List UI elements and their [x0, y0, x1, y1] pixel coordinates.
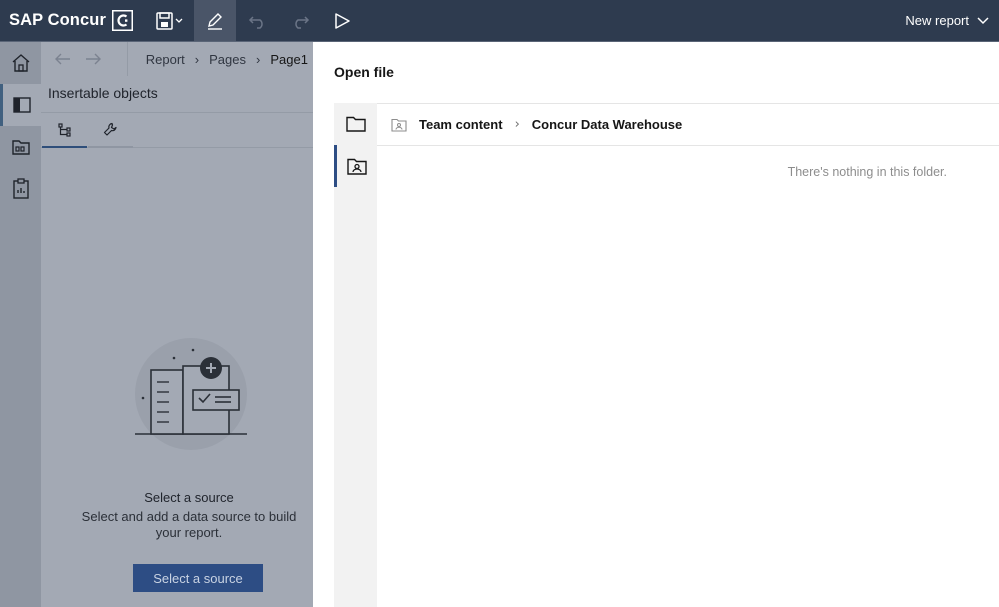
hierarchy-icon — [57, 122, 71, 137]
folder-icon — [345, 116, 366, 132]
rail-clipboard[interactable] — [0, 168, 41, 210]
chevron-down-icon — [977, 16, 989, 24]
redo-button[interactable] — [280, 0, 320, 41]
chevron-right-icon: › — [514, 117, 520, 132]
left-rail — [0, 42, 41, 607]
brand: SAP Concur — [9, 9, 133, 31]
arrow-right-icon — [85, 53, 101, 65]
concur-logo-icon — [111, 9, 133, 31]
brand-name: SAP Concur — [9, 10, 106, 29]
rail-home[interactable] — [0, 42, 41, 84]
data-folder-icon — [11, 140, 30, 155]
empty-state-title: Select a source — [144, 490, 234, 505]
chevron-right-icon: › — [194, 51, 200, 67]
my-content-tab[interactable] — [334, 103, 377, 145]
breadcrumb-pages[interactable]: Pages — [209, 52, 246, 67]
panel-title: Insertable objects — [48, 85, 158, 101]
team-folder-icon — [347, 158, 367, 175]
select-source-illustration — [135, 338, 247, 450]
team-folder-icon — [391, 118, 407, 132]
wrench-icon — [103, 122, 117, 136]
insertable-objects-panel: Report › Pages › Page1 Insertable object… — [41, 42, 313, 607]
undo-icon — [248, 15, 263, 29]
rail-panel[interactable] — [0, 84, 41, 126]
panel-icon — [13, 97, 31, 113]
save-icon — [156, 11, 183, 30]
empty-folder-message: There's nothing in this folder. — [787, 165, 947, 179]
new-report-label: New report — [905, 13, 969, 28]
empty-state-description: Select and add a data source to build yo… — [81, 509, 297, 540]
breadcrumb-report[interactable]: Report — [146, 52, 185, 67]
forward-button[interactable] — [78, 42, 108, 76]
nav-row: Report › Pages › Page1 — [41, 42, 313, 76]
home-icon — [12, 54, 29, 72]
dialog-title: Open file — [334, 64, 394, 80]
breadcrumb-page1[interactable]: Page1 — [270, 52, 308, 67]
tab-hierarchy[interactable] — [42, 113, 87, 148]
new-report-menu[interactable]: New report — [905, 0, 989, 41]
panel-tabs — [41, 112, 313, 148]
arrow-left-icon — [54, 53, 70, 65]
pencil-icon — [208, 12, 222, 30]
tab-tools[interactable] — [88, 113, 133, 148]
run-button[interactable] — [322, 0, 362, 41]
play-icon — [335, 12, 350, 29]
chevron-right-icon: › — [256, 51, 261, 67]
breadcrumb: Report › Pages › Page1 — [146, 52, 313, 67]
top-bar: SAP Concur New report — [0, 0, 999, 41]
clipboard-icon — [12, 178, 29, 199]
save-button[interactable] — [146, 0, 190, 41]
back-button[interactable] — [48, 42, 78, 76]
breadcrumb-team-content[interactable]: Team content — [419, 117, 503, 132]
undo-button[interactable] — [238, 0, 278, 41]
edit-button[interactable] — [194, 0, 236, 41]
select-source-button[interactable]: Select a source — [133, 564, 263, 592]
open-file-dialog: Open file Team content › Concur Data War… — [313, 42, 999, 607]
dialog-source-rail — [334, 103, 377, 607]
team-content-tab[interactable] — [334, 145, 377, 187]
nav-divider — [126, 42, 128, 76]
redo-icon — [295, 15, 310, 29]
folder-breadcrumb: Team content › Concur Data Warehouse — [377, 104, 999, 146]
rail-data[interactable] — [0, 126, 41, 168]
breadcrumb-concur-data-warehouse: Concur Data Warehouse — [531, 117, 683, 132]
